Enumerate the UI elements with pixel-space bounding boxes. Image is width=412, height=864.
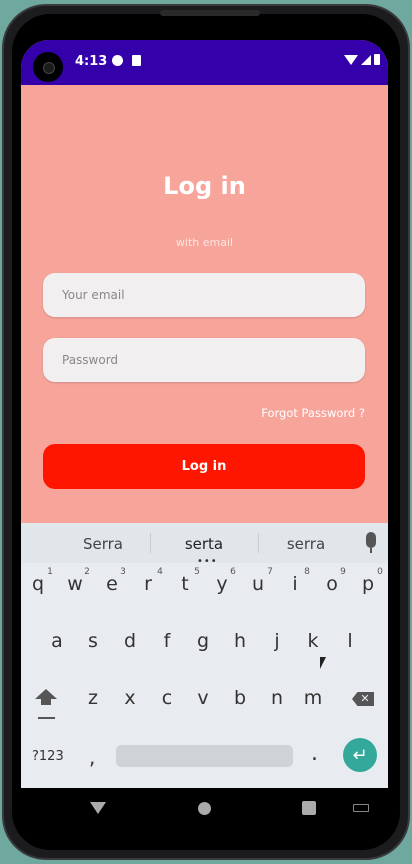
suggestion-3[interactable]: serra	[256, 535, 356, 553]
email-placeholder: Your email	[62, 288, 125, 302]
key-c[interactable]: c	[152, 687, 182, 709]
key-z[interactable]: z	[78, 687, 108, 709]
key-w[interactable]: w	[60, 573, 90, 595]
key-g[interactable]: g	[188, 630, 218, 652]
notification-icon	[112, 55, 123, 66]
home-icon[interactable]	[198, 802, 211, 815]
key-e[interactable]: e	[97, 573, 127, 595]
key-j[interactable]: j	[262, 630, 292, 652]
back-icon[interactable]	[90, 802, 106, 814]
status-indicators	[344, 54, 380, 65]
key-n[interactable]: n	[262, 687, 292, 709]
soft-keyboard: Serra serta serra ••• 1 2 3 4 5 6 7 8 9 …	[21, 523, 388, 788]
page-title: Log in	[163, 172, 246, 200]
wifi-icon	[344, 54, 358, 65]
mouse-cursor-icon	[320, 657, 326, 669]
suggestion-1[interactable]: Serra	[53, 535, 153, 553]
email-field[interactable]: Your email	[43, 273, 365, 317]
password-field[interactable]: Password	[43, 338, 365, 382]
key-p[interactable]: p	[353, 573, 383, 595]
key-s[interactable]: s	[78, 630, 108, 652]
forgot-password-link[interactable]: Forgot Password ?	[261, 406, 365, 420]
subtitle: with email	[175, 236, 234, 249]
key-x[interactable]: x	[115, 687, 145, 709]
login-button[interactable]: Log in	[43, 444, 365, 489]
enter-icon[interactable]: ↵	[343, 738, 377, 772]
more-suggestions-icon[interactable]: •••	[197, 556, 218, 567]
symbols-key[interactable]: ?123	[32, 749, 64, 764]
key-o[interactable]: o	[317, 573, 347, 595]
navigation-bar	[21, 788, 388, 828]
suggestion-2[interactable]: serta	[154, 535, 254, 553]
comma-key[interactable]: ,	[89, 745, 95, 769]
camera-cutout	[33, 52, 63, 82]
signal-icon	[361, 54, 371, 65]
key-q[interactable]: q	[23, 573, 53, 595]
key-t[interactable]: t	[170, 573, 200, 595]
key-h[interactable]: h	[225, 630, 255, 652]
key-m[interactable]: m	[298, 687, 328, 709]
shift-icon[interactable]	[35, 689, 57, 705]
status-time: 4:13	[75, 54, 108, 69]
recents-icon[interactable]	[302, 801, 316, 815]
shift-indicator	[38, 717, 55, 719]
suggestion-divider	[150, 533, 151, 553]
key-u[interactable]: u	[243, 573, 273, 595]
speaker-grille	[160, 10, 260, 16]
space-bar[interactable]	[116, 745, 293, 767]
status-bar: 4:13	[21, 40, 388, 85]
key-b[interactable]: b	[225, 687, 255, 709]
key-d[interactable]: d	[115, 630, 145, 652]
keyboard-switch-icon[interactable]	[353, 804, 369, 812]
key-a[interactable]: a	[42, 630, 72, 652]
period-key[interactable]: .	[311, 741, 318, 766]
key-r[interactable]: r	[133, 573, 163, 595]
key-k[interactable]: k	[298, 630, 328, 652]
password-placeholder: Password	[62, 353, 119, 367]
key-y[interactable]: y	[207, 573, 237, 595]
backspace-icon[interactable]: ✕	[352, 692, 374, 706]
sd-card-icon	[132, 55, 141, 66]
key-v[interactable]: v	[188, 687, 218, 709]
key-l[interactable]: l	[335, 630, 365, 652]
microphone-icon[interactable]	[366, 532, 376, 553]
key-f[interactable]: f	[152, 630, 182, 652]
suggestion-bar: Serra serta serra •••	[21, 523, 388, 567]
app-screen: 4:13 Log in with email Your email Passwo…	[21, 40, 388, 828]
key-i[interactable]: i	[280, 573, 310, 595]
battery-icon	[374, 54, 380, 65]
